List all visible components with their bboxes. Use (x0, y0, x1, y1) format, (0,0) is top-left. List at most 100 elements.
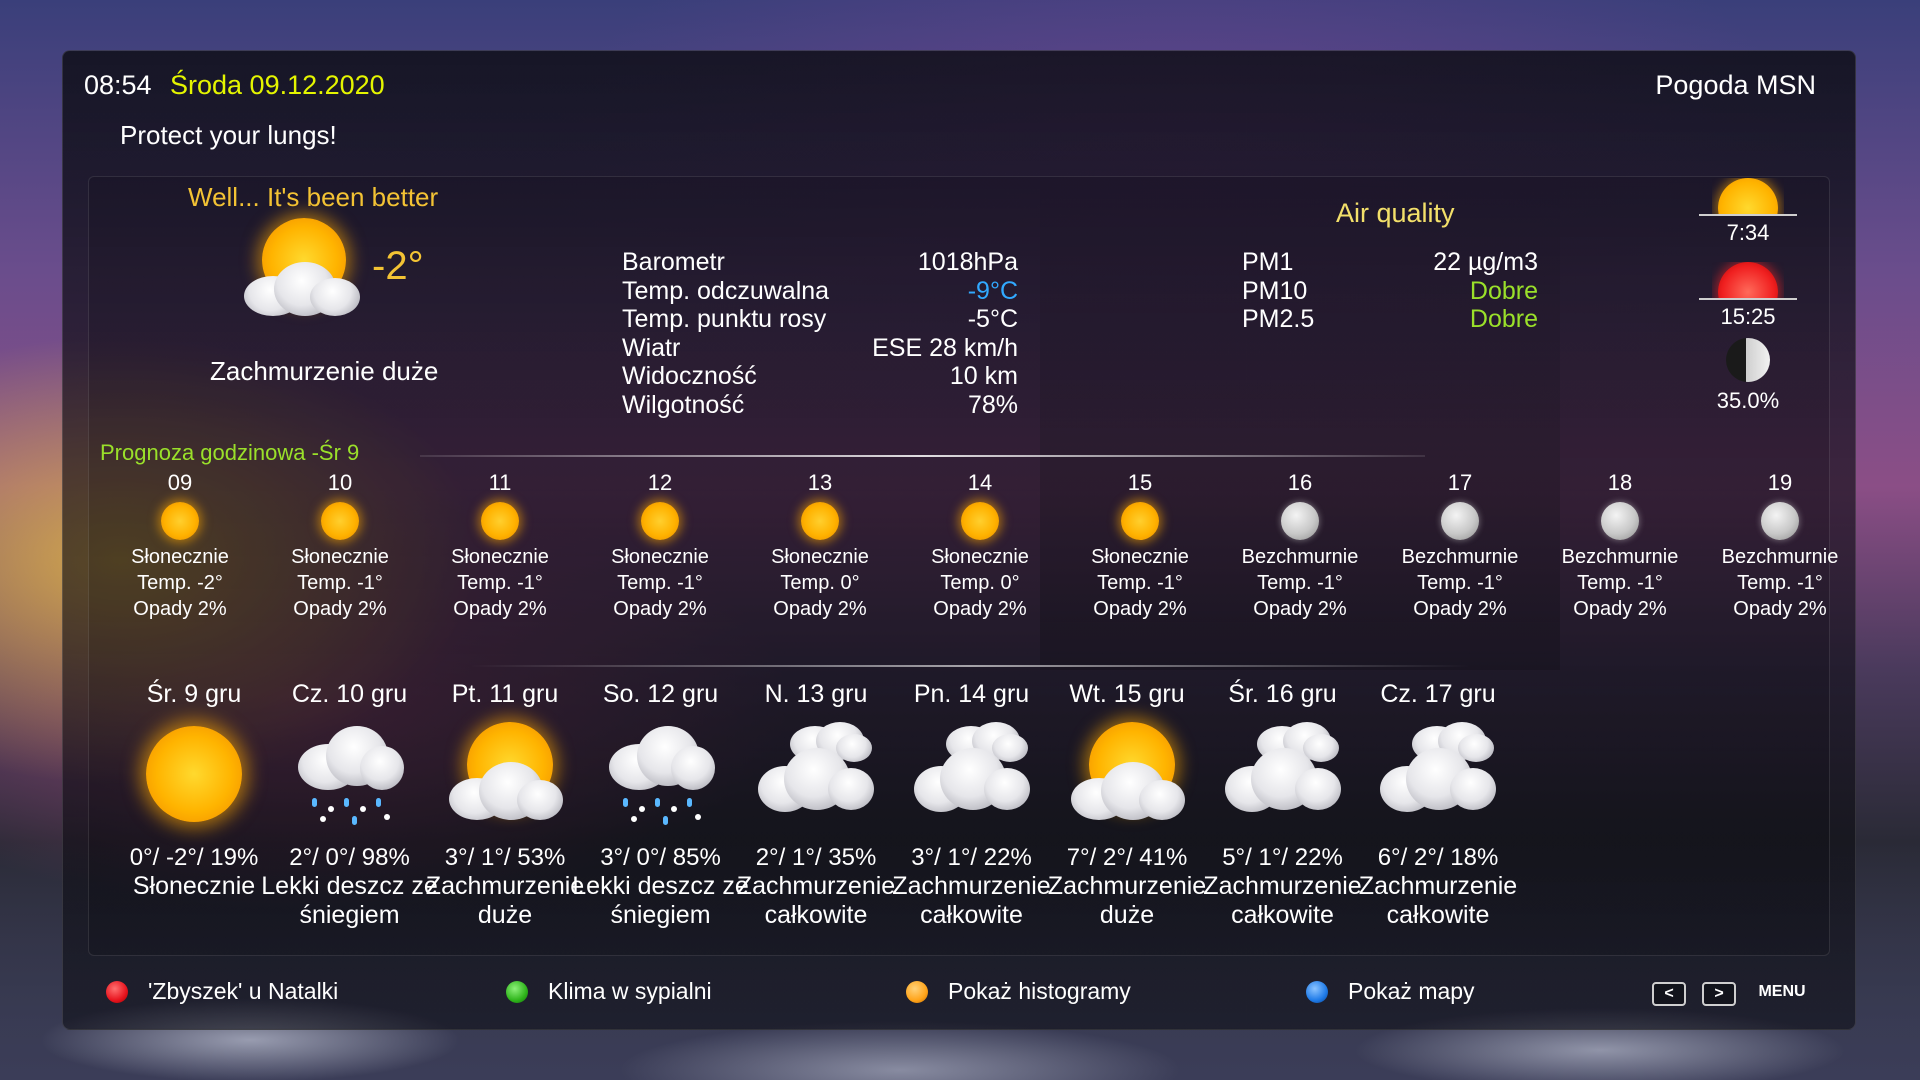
day-temperatures: 5°/ 1°/ 22% (1222, 844, 1343, 871)
hour-temperature: Temp. 0° (940, 572, 1020, 594)
hour-label: 16 (1287, 470, 1313, 495)
button-histograms[interactable]: Pokaż histogramy (906, 978, 1131, 1005)
air-quality-title: Air quality (1336, 198, 1455, 228)
button-zbyszek[interactable]: 'Zbyszek' u Natalki (106, 978, 338, 1005)
day-name: Wt. 15 gru (1069, 680, 1185, 708)
source-title: Pogoda MSN (1655, 70, 1816, 100)
prev-button[interactable]: < (1652, 982, 1686, 1006)
hour-label: 17 (1447, 470, 1473, 495)
moon-phase-icon (1726, 338, 1770, 382)
daily-item: Pn. 14 gru 3°/ 1°/ 22% Zachmurzenie całkow… (882, 676, 1062, 930)
hour-temperature: Temp. -1° (617, 572, 703, 594)
day-name: Cz. 17 gru (1380, 680, 1496, 708)
hourly-forecast: 09 Słonecznie Temp. -2° Opady 2% 10 Słoneczni… (100, 470, 1870, 630)
red-dot-icon (106, 980, 128, 1003)
air-quality-label: PM1 (1242, 248, 1294, 276)
button-klima[interactable]: Klima w sypialni (506, 978, 712, 1005)
blue-dot-icon (1306, 980, 1328, 1003)
daily-item: Pt. 11 gru 3°/ 1°/ 53% Zachmurzenie duże (415, 676, 595, 930)
hour-temperature: Temp. -1° (1577, 572, 1663, 594)
detail-row: Barometr 1018hPa (622, 248, 1018, 277)
next-button[interactable]: > (1702, 982, 1736, 1006)
day-name: Cz. 10 gru (291, 680, 408, 708)
current-description: Zachmurzenie duże (210, 356, 439, 386)
hour-label: 11 (488, 470, 512, 495)
sun-icon (161, 502, 199, 540)
hour-temperature: Temp. -1° (297, 572, 383, 594)
button-zbyszek-label: 'Zbyszek' u Natalki (148, 978, 339, 1004)
hour-precipitation: Opady 2% (1093, 598, 1187, 620)
hourly-item: 19 Bezchmurnie Temp. -1° Opady 2% (1700, 470, 1860, 622)
hourly-item: 18 Bezchmurnie Temp. -1° Opady 2% (1540, 470, 1700, 622)
day-temperatures: 2°/ 0°/ 98% (289, 844, 410, 871)
hour-precipitation: Opady 2% (613, 598, 707, 620)
hour-label: 09 (167, 470, 193, 495)
green-dot-icon (506, 980, 528, 1003)
hour-temperature: Temp. -1° (1417, 572, 1503, 594)
hour-label: 13 (807, 470, 833, 495)
hour-temperature: Temp. 0° (780, 572, 860, 594)
detail-value: -5°C (967, 305, 1018, 333)
air-quality-label: PM10 (1242, 276, 1308, 305)
daily-forecast: Śr. 9 gru 0°/ -2°/ 19% Słonecznie Cz. 10 gr… (100, 676, 1820, 956)
hour-description: Słonecznie (931, 546, 1029, 568)
sun-icon (1121, 502, 1159, 540)
hour-description: Bezchmurnie (1561, 546, 1679, 568)
hour-label: 12 (647, 470, 673, 495)
hourly-item: 09 Słonecznie Temp. -2° Opady 2% (100, 470, 260, 622)
detail-value: ESE 28 km/h (872, 333, 1018, 362)
detail-row: Widoczność 10 km (622, 362, 1018, 391)
cloud-icon (1378, 722, 1498, 832)
day-temperatures: 7°/ 2°/ 41% (1066, 844, 1188, 871)
day-temperatures: 3°/ 0°/ 85% (600, 844, 721, 871)
sunrise-icon (1712, 178, 1784, 214)
daily-item: So. 12 gru 3°/ 0°/ 85% Lekki deszcz ze śni… (571, 676, 751, 930)
hour-precipitation: Opady 2% (1733, 598, 1827, 620)
hour-precipitation: Opady 2% (773, 598, 867, 620)
current-temperature: -2° (372, 244, 424, 288)
detail-value: 78% (967, 390, 1018, 419)
sleet-cloud-icon (290, 722, 410, 832)
hour-description: Słonecznie (1091, 546, 1189, 568)
detail-value: -9°C (967, 276, 1018, 305)
sunset-time: 15:25 (1720, 304, 1776, 329)
hour-precipitation: Opady 2% (133, 598, 227, 620)
hour-description: Słonecznie (131, 546, 229, 568)
moon-icon (1601, 502, 1639, 540)
day-name: Śr. 16 gru (1228, 680, 1337, 708)
air-message: Protect your lungs! (120, 120, 337, 150)
hour-description: Słonecznie (771, 546, 869, 568)
hourly-item: 12 Słonecznie Temp. -1° Opady 2% (580, 470, 740, 622)
day-description: Lekki deszcz ze śniegiem (572, 872, 749, 929)
day-name: Pt. 11 gru (451, 680, 559, 708)
day-name: N. 13 gru (764, 680, 868, 708)
hourly-item: 14 Słonecznie Temp. 0° Opady 2% (900, 470, 1060, 622)
hour-label: 15 (1127, 470, 1153, 495)
day-description: Zachmurzenie całkowite (1358, 872, 1518, 929)
detail-label: Wilgotność (622, 390, 745, 419)
cloud-icon (912, 722, 1032, 832)
sun-icon (134, 722, 254, 832)
detail-label: Widoczność (622, 362, 757, 390)
day-description: Zachmurzenie całkowite (892, 872, 1051, 929)
menu-button[interactable]: MENU (1752, 982, 1812, 1006)
detail-row: Wiatr ESE 28 km/h (622, 334, 1018, 363)
hourly-item: 17 Bezchmurnie Temp. -1° Opady 2% (1380, 470, 1540, 622)
detail-value: 10 km (949, 362, 1018, 390)
sun-moon-column: 7:34 15:25 35.0% (1694, 178, 1802, 414)
hour-precipitation: Opady 2% (453, 598, 547, 620)
day-description: Zachmurzenie duże (425, 872, 585, 929)
hour-description: Bezchmurnie (1721, 546, 1839, 568)
hour-temperature: Temp. -1° (1097, 572, 1183, 594)
moon-illumination: 35.0% (1716, 388, 1780, 413)
sun-icon (961, 502, 999, 540)
button-klima-label: Klima w sypialni (548, 978, 712, 1004)
detail-row: Wilgotność 78% (622, 391, 1018, 420)
air-quality-value: 22 µg/m3 (1433, 248, 1538, 276)
day-description: Słonecznie (132, 872, 256, 900)
hour-description: Słonecznie (451, 546, 549, 568)
daily-item: N. 13 gru 2°/ 1°/ 35% Zachmurzenie całkowi… (726, 676, 906, 930)
day-name: Śr. 9 gru (146, 680, 242, 708)
detail-label: Temp. punktu rosy (622, 305, 827, 333)
button-maps[interactable]: Pokaż mapy (1306, 978, 1475, 1005)
